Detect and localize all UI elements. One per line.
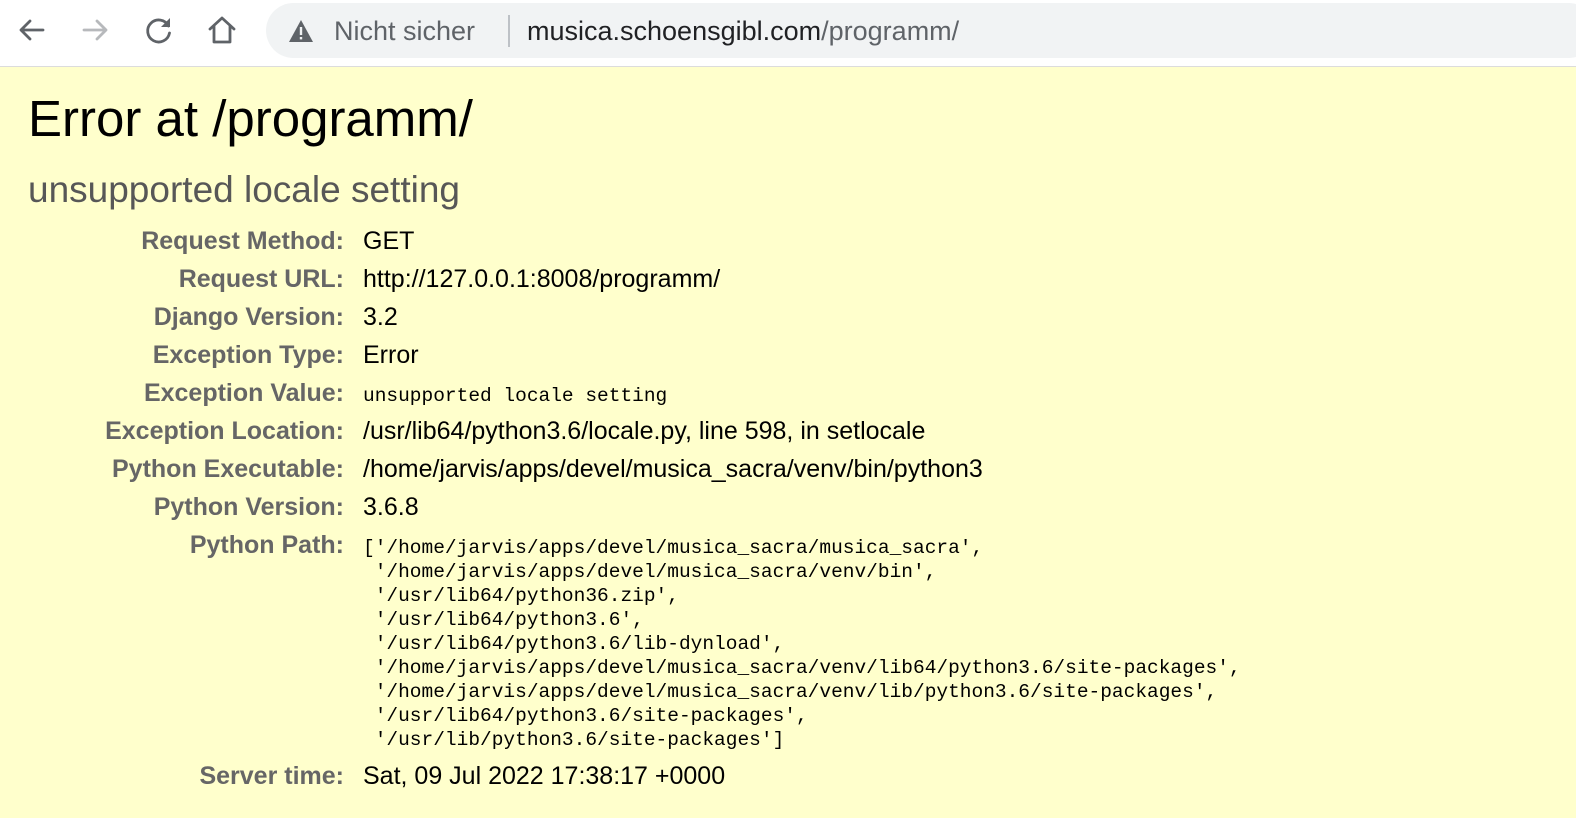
url-path: /programm/ bbox=[821, 16, 960, 46]
meta-label: Exception Value: bbox=[143, 379, 344, 407]
warning-icon[interactable] bbox=[288, 19, 314, 43]
back-button[interactable] bbox=[12, 10, 52, 50]
url-host: musica.schoensgibl.com bbox=[527, 16, 822, 46]
meta-row-python-executable: Python Executable: /home/jarvis/apps/dev… bbox=[0, 455, 1576, 484]
error-message: unsupported locale setting bbox=[28, 169, 460, 210]
error-summary: Error at /programm/ unsupported locale s… bbox=[0, 67, 1576, 818]
meta-label: Python Path: bbox=[189, 531, 344, 559]
meta-value: Error bbox=[363, 341, 419, 369]
meta-label: Exception Type: bbox=[152, 341, 344, 369]
home-icon bbox=[208, 16, 236, 44]
reload-icon bbox=[146, 18, 171, 44]
meta-label: Server time: bbox=[199, 762, 344, 790]
back-arrow-icon bbox=[19, 19, 45, 41]
meta-row-django-version: Django Version: 3.2 bbox=[0, 303, 1576, 332]
meta-row-exception-type: Exception Type: Error bbox=[0, 341, 1576, 370]
address-separator bbox=[508, 15, 510, 47]
security-status-label[interactable]: Nicht sicher bbox=[334, 14, 475, 48]
meta-value: /usr/lib64/python3.6/locale.py, line 598… bbox=[363, 417, 926, 445]
meta-value: unsupported locale setting bbox=[363, 385, 668, 407]
meta-row-python-version: Python Version: 3.6.8 bbox=[0, 493, 1576, 522]
meta-row-python-path: Python Path: ['/home/jarvis/apps/devel/m… bbox=[0, 531, 1576, 752]
meta-row-request-method: Request Method: GET bbox=[0, 227, 1576, 256]
meta-label: Django Version: bbox=[153, 303, 344, 331]
meta-row-exception-value: Exception Value: unsupported locale sett… bbox=[0, 379, 1576, 408]
meta-value: /home/jarvis/apps/devel/musica_sacra/ven… bbox=[363, 455, 983, 483]
meta-row-request-url: Request URL: http://127.0.0.1:8008/progr… bbox=[0, 265, 1576, 294]
meta-label: Python Executable: bbox=[112, 455, 344, 483]
meta-label: Request Method: bbox=[141, 227, 344, 255]
forward-button[interactable] bbox=[75, 10, 115, 50]
meta-value: Sat, 09 Jul 2022 17:38:17 +0000 bbox=[363, 762, 726, 790]
meta-label: Python Version: bbox=[153, 493, 344, 521]
meta-value: 3.2 bbox=[363, 303, 398, 331]
forward-arrow-icon bbox=[82, 19, 108, 41]
home-button[interactable] bbox=[202, 10, 242, 50]
url-text[interactable]: musica.schoensgibl.com/programm/ bbox=[527, 14, 959, 48]
meta-row-server-time: Server time: Sat, 09 Jul 2022 17:38:17 +… bbox=[0, 762, 1576, 791]
python-path-list: ['/home/jarvis/apps/devel/musica_sacra/m… bbox=[363, 537, 1241, 751]
meta-label: Exception Location: bbox=[105, 417, 344, 445]
meta-value: 3.6.8 bbox=[363, 493, 419, 521]
meta-row-exception-location: Exception Location: /usr/lib64/python3.6… bbox=[0, 417, 1576, 446]
error-title: Error at /programm/ bbox=[28, 90, 473, 147]
reload-button[interactable] bbox=[139, 10, 179, 50]
browser-toolbar: Nicht sicher musica.schoensgibl.com/prog… bbox=[0, 0, 1576, 67]
meta-label: Request URL: bbox=[178, 265, 344, 293]
address-bar[interactable]: Nicht sicher musica.schoensgibl.com/prog… bbox=[266, 3, 1576, 58]
meta-value: http://127.0.0.1:8008/programm/ bbox=[363, 265, 721, 293]
request-meta-table: Request Method: GET Request URL: http://… bbox=[0, 227, 1576, 800]
meta-value: ['/home/jarvis/apps/devel/musica_sacra/m… bbox=[363, 536, 1241, 752]
meta-value: GET bbox=[363, 227, 415, 255]
